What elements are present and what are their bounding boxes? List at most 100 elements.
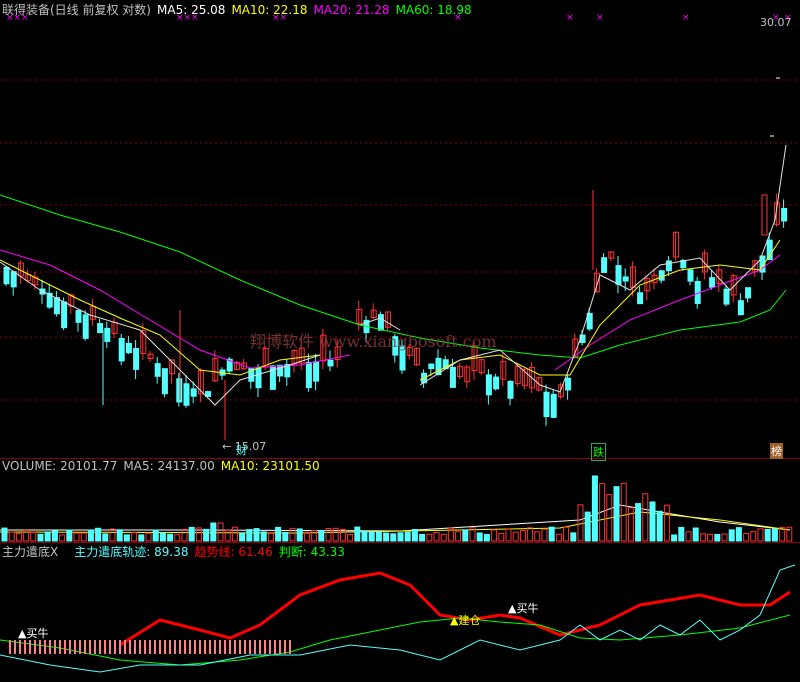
volume-bar xyxy=(642,493,649,542)
volume-bar xyxy=(656,510,663,542)
volume-bar xyxy=(757,528,764,542)
volume-bar xyxy=(231,526,238,542)
candle-body xyxy=(3,266,10,285)
financial-report-marker[interactable]: 财 xyxy=(236,442,247,458)
drop-marker[interactable]: 跌 xyxy=(591,443,606,461)
volume-bar xyxy=(692,527,699,542)
volume-bar xyxy=(368,531,375,542)
volume-bar xyxy=(59,534,66,542)
candlestick-series xyxy=(3,190,788,440)
volume-bar xyxy=(296,528,303,542)
volume-bar xyxy=(433,531,440,542)
candle-body xyxy=(781,207,788,222)
volume-bar xyxy=(224,529,231,542)
volume-bar xyxy=(563,526,570,542)
candle-body xyxy=(61,301,68,329)
volume-bar xyxy=(210,522,217,542)
candle-body xyxy=(449,366,456,388)
volume-bar xyxy=(419,533,426,542)
volume-bar xyxy=(505,528,512,542)
volume-bar xyxy=(311,530,318,542)
candle-body xyxy=(313,361,320,382)
candle-body xyxy=(622,276,629,282)
candle-body xyxy=(543,391,550,417)
volume-bar xyxy=(764,528,771,542)
top-marker: × xyxy=(682,13,690,23)
volume-bar xyxy=(174,534,181,542)
volume-bar xyxy=(699,533,706,542)
top-marker: ××× xyxy=(6,13,29,23)
volume-bar xyxy=(347,534,354,542)
volume-bar xyxy=(750,531,757,542)
candle-body xyxy=(637,292,644,305)
ranking-marker[interactable]: 榜 xyxy=(770,443,783,459)
candle-body xyxy=(615,265,622,285)
volume-bar xyxy=(620,482,627,542)
candle-body xyxy=(687,269,694,282)
candle-body xyxy=(723,288,730,305)
candle-body xyxy=(550,393,557,418)
volume-bar xyxy=(390,533,397,542)
top-marker: × xyxy=(566,13,574,23)
candle-body xyxy=(53,297,60,315)
volume-bar xyxy=(411,529,418,542)
price-high-label: 30.07 xyxy=(760,16,792,29)
volume-bar xyxy=(440,533,447,542)
volume-bar xyxy=(570,532,577,542)
candle-body xyxy=(665,260,672,272)
volume-bar xyxy=(735,527,742,542)
volume-bar xyxy=(591,475,598,542)
candle-body xyxy=(327,359,334,367)
candle-body xyxy=(161,368,168,395)
volume-bar xyxy=(109,528,116,542)
volume-bar xyxy=(743,533,750,542)
top-marker: ×× xyxy=(272,13,287,23)
volume-bar xyxy=(282,531,289,542)
volume-bar xyxy=(483,533,490,542)
candle-body xyxy=(255,366,262,389)
candle-body xyxy=(154,363,161,377)
volume-bar xyxy=(721,533,728,542)
candle-body xyxy=(133,348,140,370)
volume-bar xyxy=(30,531,37,542)
volume-bar xyxy=(217,522,224,542)
candle-body xyxy=(10,271,17,288)
candle-body xyxy=(104,327,111,342)
build-position-label: ▲建仓 xyxy=(450,614,481,627)
volume-bar xyxy=(685,531,692,542)
volume-bar xyxy=(95,527,102,542)
volume-bar xyxy=(678,526,685,542)
volume-bar xyxy=(577,504,584,542)
candle-body xyxy=(737,300,744,316)
candle-body xyxy=(507,380,514,399)
volume-bar xyxy=(167,533,174,542)
judge-line xyxy=(0,614,791,666)
candle-body xyxy=(183,383,190,406)
volume-bar xyxy=(246,529,253,542)
top-marker: × xyxy=(454,13,462,23)
volume-bar xyxy=(239,532,246,542)
candle-body xyxy=(97,323,104,333)
candle-body xyxy=(709,277,716,288)
volume-bar xyxy=(80,532,87,542)
buy-signal-label: ▲买牛 xyxy=(18,627,49,640)
candle-body xyxy=(565,377,572,391)
volume-bar xyxy=(102,533,109,542)
volume-bar xyxy=(771,528,778,542)
candle-body xyxy=(277,364,284,377)
volume-bar xyxy=(123,534,130,542)
volume-bar xyxy=(512,531,519,542)
volume-bar xyxy=(534,531,541,542)
volume-bar xyxy=(498,532,505,542)
volume-bar xyxy=(354,526,361,542)
candle-body xyxy=(493,376,500,390)
volume-bar xyxy=(671,534,678,542)
volume-bar xyxy=(519,529,526,542)
candle-body xyxy=(190,388,197,397)
volume-bar xyxy=(649,501,656,542)
volume-bar xyxy=(584,511,591,542)
volume-bar xyxy=(303,531,310,542)
volume-bar xyxy=(375,531,382,542)
volume-bar xyxy=(44,531,51,542)
volume-ma5-line xyxy=(0,504,791,532)
